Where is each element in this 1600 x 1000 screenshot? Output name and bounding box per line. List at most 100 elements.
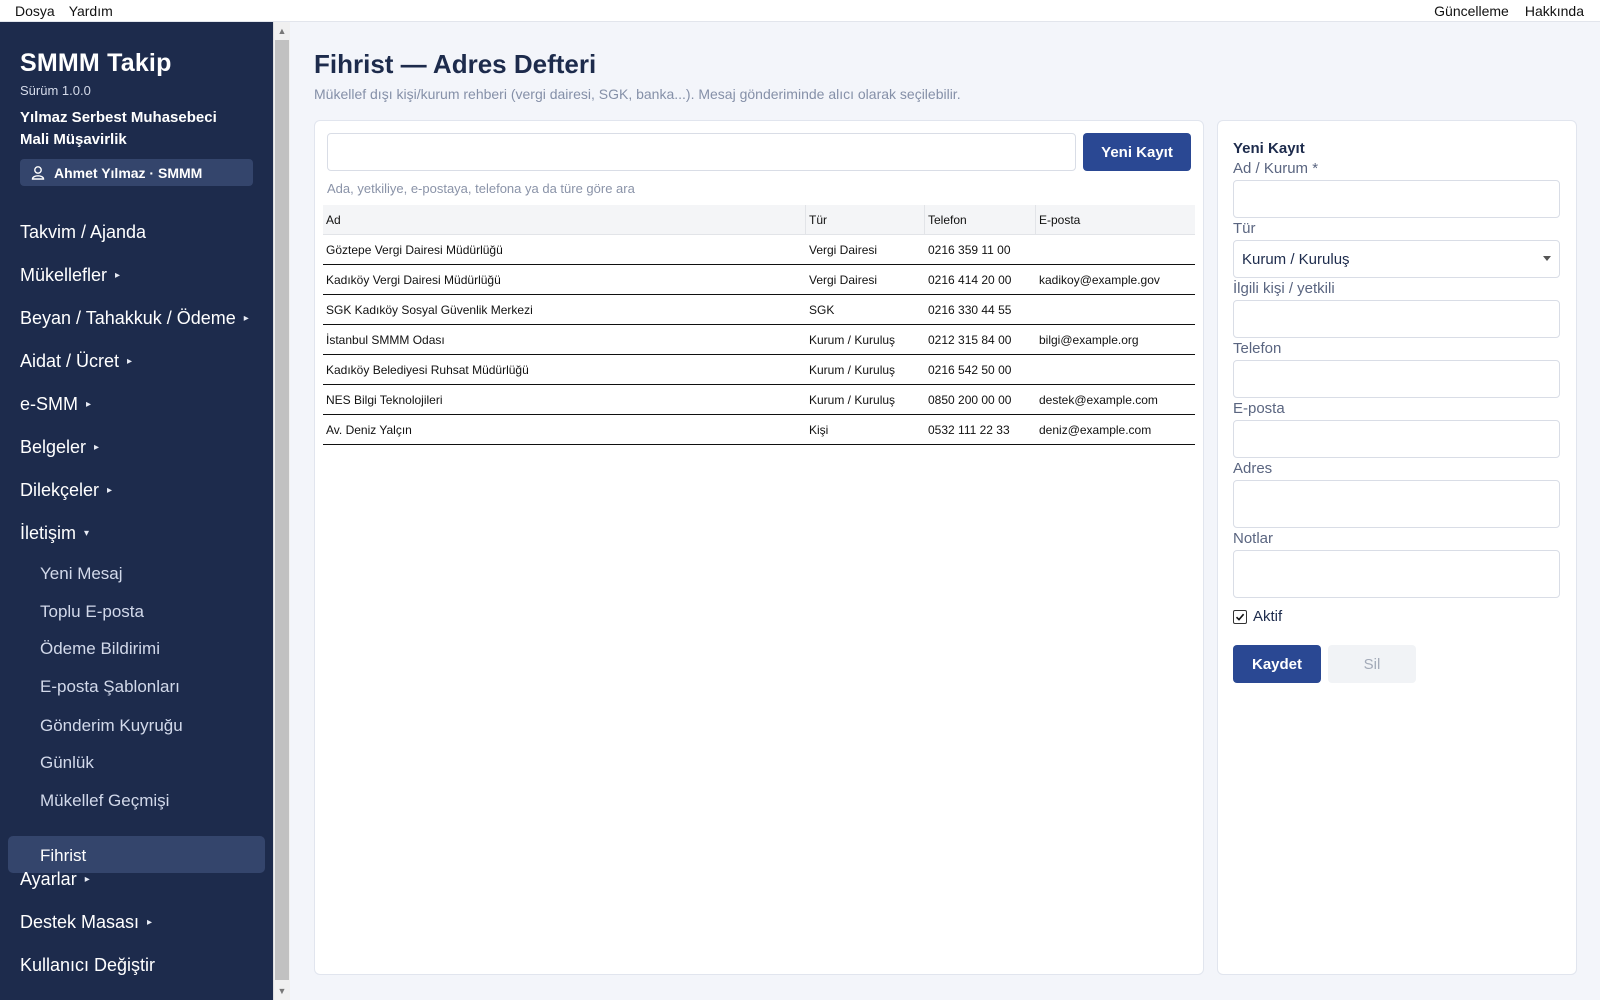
- nav-label: Mükellefler: [20, 265, 108, 285]
- cell-telefon: 0212 315 84 00: [928, 332, 1012, 347]
- cell-eposta: destek@example.com: [1039, 392, 1158, 407]
- table-row[interactable]: Kadıköy Belediyesi Ruhsat Müdürlüğü Kuru…: [323, 355, 1195, 385]
- nav-sub-gunluk[interactable]: Günlük: [40, 753, 94, 773]
- cell-tur: Vergi Dairesi: [809, 242, 878, 257]
- nav-sub-gonderim-kuyrugu[interactable]: Gönderim Kuyruğu: [40, 716, 183, 736]
- chevron-right-icon: ▸: [243, 313, 249, 324]
- contacts-table: Ad Tür Telefon E-posta Göztepe Vergi Dai…: [323, 205, 1195, 445]
- user-icon: [30, 165, 46, 181]
- table-row[interactable]: Av. Deniz Yalçın Kişi 0532 111 22 33 den…: [323, 415, 1195, 445]
- cell-ad: Göztepe Vergi Dairesi Müdürlüğü: [326, 242, 503, 257]
- cell-ad: Kadıköy Belediyesi Ruhsat Müdürlüğü: [326, 362, 529, 377]
- cell-ad: Av. Deniz Yalçın: [326, 422, 412, 437]
- column-header-tur[interactable]: Tür: [806, 205, 925, 234]
- save-button[interactable]: Kaydet: [1233, 645, 1321, 683]
- email-field[interactable]: [1233, 420, 1560, 458]
- scroll-down-arrow-icon[interactable]: ▼: [274, 983, 290, 999]
- form-title: Yeni Kayıt: [1233, 140, 1305, 157]
- nav-label: Kullanıcı Değiştir: [20, 955, 156, 975]
- cell-ad: İstanbul SMMM Odası: [326, 332, 445, 347]
- active-label: Aktif: [1253, 608, 1283, 625]
- nav-mukellefler[interactable]: Mükellefler ▸: [20, 265, 120, 286]
- nav-sub-eposta-sablonlari[interactable]: E-posta Şablonları: [40, 677, 180, 697]
- chevron-right-icon: ▸: [84, 874, 90, 885]
- firm-name-line1: Yılmaz Serbest Muhasebeci: [20, 109, 217, 126]
- active-checkbox-row[interactable]: Aktif: [1233, 608, 1282, 625]
- label-contact: İlgili kişi / yetkili: [1233, 280, 1335, 297]
- nav-sub-toplu-eposta[interactable]: Toplu E-posta: [40, 602, 144, 622]
- nav-esmm[interactable]: e-SMM ▸: [20, 394, 91, 415]
- name-field[interactable]: [1233, 180, 1560, 218]
- menu-yardim[interactable]: Yardım: [69, 3, 113, 19]
- table-row[interactable]: İstanbul SMMM Odası Kurum / Kuruluş 0212…: [323, 325, 1195, 355]
- checkmark-icon: [1235, 613, 1245, 621]
- nav-dilekceler[interactable]: Dilekçeler ▸: [20, 480, 112, 501]
- nav-label: İletişim: [20, 523, 77, 543]
- cell-tur: Vergi Dairesi: [809, 272, 878, 287]
- menu-hakkinda[interactable]: Hakkında: [1525, 3, 1584, 19]
- nav-label: Dilekçeler: [20, 480, 100, 500]
- cell-telefon: 0216 330 44 55: [928, 302, 1012, 317]
- nav-takvim[interactable]: Takvim / Ajanda: [20, 222, 146, 243]
- nav-kullanici-degistir[interactable]: Kullanıcı Değiştir: [20, 955, 155, 976]
- menu-guncelleme[interactable]: Güncelleme: [1434, 3, 1509, 19]
- column-header-telefon[interactable]: Telefon: [925, 205, 1036, 234]
- chevron-right-icon: ▸: [127, 356, 133, 367]
- type-select[interactable]: Kurum / Kuruluş: [1233, 240, 1560, 278]
- cell-tur: Kurum / Kuruluş: [809, 362, 896, 377]
- cell-tur: Kişi: [809, 422, 829, 437]
- cell-telefon: 0216 542 50 00: [928, 362, 1012, 377]
- nav-sub-mukellef-gecmisi[interactable]: Mükellef Geçmişi: [40, 791, 169, 811]
- cell-ad: SGK Kadıköy Sosyal Güvenlik Merkezi: [326, 302, 533, 317]
- contacts-list-panel: Yeni Kayıt Ada, yetkiliye, e-postaya, te…: [314, 120, 1204, 975]
- table-row[interactable]: NES Bilgi Teknolojileri Kurum / Kuruluş …: [323, 385, 1195, 415]
- nav-beyan[interactable]: Beyan / Tahakkuk / Ödeme ▸: [20, 308, 249, 329]
- address-field[interactable]: [1233, 480, 1560, 528]
- delete-button[interactable]: Sil: [1328, 645, 1416, 683]
- nav-label: Aidat / Ücret: [20, 351, 120, 371]
- scroll-up-arrow-icon[interactable]: ▲: [274, 23, 290, 39]
- user-name: Ahmet Yılmaz · SMMM: [54, 164, 203, 181]
- column-header-eposta[interactable]: E-posta: [1036, 205, 1195, 234]
- nav-sub-odeme-bildirimi[interactable]: Ödeme Bildirimi: [40, 639, 160, 659]
- chevron-right-icon: ▸: [94, 442, 100, 453]
- nav-belgeler[interactable]: Belgeler ▸: [20, 437, 99, 458]
- cell-telefon: 0532 111 22 33: [928, 422, 1010, 437]
- nav-aidat[interactable]: Aidat / Ücret ▸: [20, 351, 132, 372]
- firm-name-line2: Mali Müşavirlik: [20, 131, 127, 148]
- chevron-right-icon: ▸: [86, 399, 92, 410]
- cell-ad: NES Bilgi Teknolojileri: [326, 392, 443, 407]
- nav-sub-fihrist-label: Fihrist: [40, 846, 87, 865]
- label-address: Adres: [1233, 460, 1273, 477]
- active-checkbox[interactable]: [1233, 609, 1247, 624]
- nav-ayarlar[interactable]: Ayarlar ▸: [20, 869, 90, 890]
- cell-telefon: 0216 359 11 00: [928, 242, 1011, 257]
- nav-iletisim[interactable]: İletişim ▾: [20, 523, 89, 544]
- firm-name: Yılmaz Serbest Muhasebeci Mali Müşavirli…: [20, 107, 250, 151]
- chevron-down-icon: [1543, 256, 1551, 261]
- label-type: Tür: [1233, 220, 1256, 237]
- table-row[interactable]: Kadıköy Vergi Dairesi Müdürlüğü Vergi Da…: [323, 265, 1195, 295]
- nav-destek[interactable]: Destek Masası ▸: [20, 912, 152, 933]
- sidebar-scrollbar[interactable]: ▲ ▼: [273, 22, 290, 1000]
- notes-field[interactable]: [1233, 550, 1560, 598]
- nav-sub-yeni-mesaj[interactable]: Yeni Mesaj: [40, 564, 123, 584]
- app-version: Sürüm 1.0.0: [20, 83, 91, 98]
- cell-ad: Kadıköy Vergi Dairesi Müdürlüğü: [326, 272, 501, 287]
- column-header-ad[interactable]: Ad: [323, 205, 806, 234]
- nav-label: Destek Masası: [20, 912, 140, 932]
- menubar: Dosya Yardım Güncelleme Hakkında: [0, 0, 1600, 22]
- table-row[interactable]: SGK Kadıköy Sosyal Güvenlik Merkezi SGK …: [323, 295, 1195, 325]
- new-record-button[interactable]: Yeni Kayıt: [1083, 133, 1191, 171]
- user-badge: Ahmet Yılmaz · SMMM: [20, 159, 253, 186]
- chevron-right-icon: ▸: [147, 917, 153, 928]
- phone-field[interactable]: [1233, 360, 1560, 398]
- contact-person-field[interactable]: [1233, 300, 1560, 338]
- cell-telefon: 0850 200 00 00: [928, 392, 1012, 407]
- scrollbar-thumb[interactable]: [275, 40, 289, 980]
- search-input[interactable]: [327, 133, 1076, 171]
- menu-dosya[interactable]: Dosya: [15, 3, 55, 19]
- table-row[interactable]: Göztepe Vergi Dairesi Müdürlüğü Vergi Da…: [323, 235, 1195, 265]
- cell-eposta: bilgi@example.org: [1039, 332, 1139, 347]
- search-hint: Ada, yetkiliye, e-postaya, telefona ya d…: [327, 181, 635, 196]
